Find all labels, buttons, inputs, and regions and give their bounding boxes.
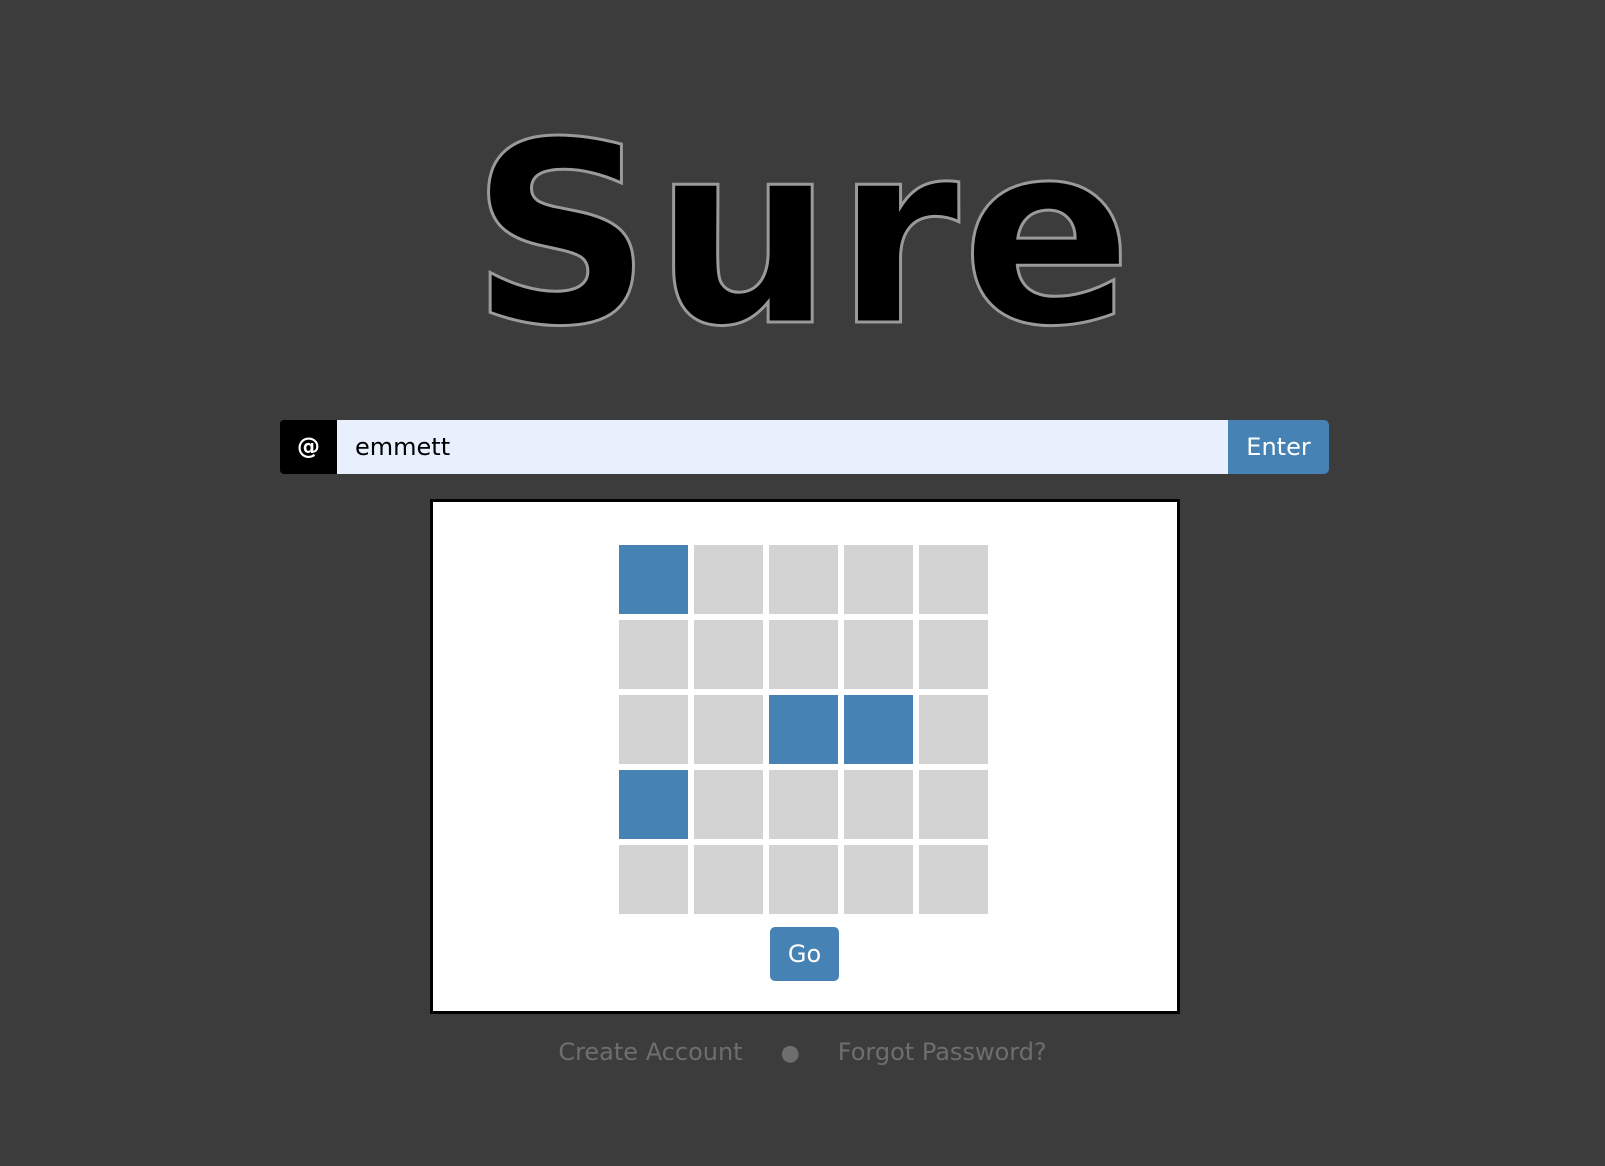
pattern-cell-r4-c4[interactable] [844,770,913,839]
create-account-link[interactable]: Create Account [558,1038,742,1066]
pattern-cell-r2-c1[interactable] [619,620,688,689]
pattern-cell-r3-c2[interactable] [694,695,763,764]
pattern-cell-r4-c5[interactable] [919,770,988,839]
pattern-cell-r5-c3[interactable] [769,845,838,914]
enter-button[interactable]: Enter [1228,420,1329,474]
pattern-cell-r3-c3[interactable] [769,695,838,764]
go-button[interactable]: Go [770,927,839,981]
pattern-cell-r4-c1[interactable] [619,770,688,839]
pattern-cell-r4-c2[interactable] [694,770,763,839]
pattern-cell-r3-c4[interactable] [844,695,913,764]
forgot-password-link[interactable]: Forgot Password? [838,1038,1047,1066]
pattern-cell-r5-c4[interactable] [844,845,913,914]
pattern-cell-r2-c5[interactable] [919,620,988,689]
app-logo-title: Sure [469,89,1135,382]
pattern-grid [619,545,988,914]
at-prefix-label: @ [280,420,337,474]
pattern-cell-r2-c2[interactable] [694,620,763,689]
pattern-cell-r3-c1[interactable] [619,695,688,764]
username-input[interactable] [337,420,1228,474]
pattern-cell-r2-c4[interactable] [844,620,913,689]
pattern-cell-r5-c5[interactable] [919,845,988,914]
pattern-cell-r5-c1[interactable] [619,845,688,914]
pattern-cell-r1-c2[interactable] [694,545,763,614]
pattern-cell-r4-c3[interactable] [769,770,838,839]
footer-links: Create Account ● Forgot Password? [0,1038,1605,1066]
pattern-cell-r2-c3[interactable] [769,620,838,689]
footer-separator: ● [780,1041,800,1066]
pattern-cell-r1-c1[interactable] [619,545,688,614]
username-form: @ Enter [280,420,1329,474]
pattern-cell-r5-c2[interactable] [694,845,763,914]
pattern-cell-r3-c5[interactable] [919,695,988,764]
pattern-cell-r1-c5[interactable] [919,545,988,614]
pattern-cell-r1-c4[interactable] [844,545,913,614]
pattern-cell-r1-c3[interactable] [769,545,838,614]
pattern-panel: Go [430,499,1180,1014]
